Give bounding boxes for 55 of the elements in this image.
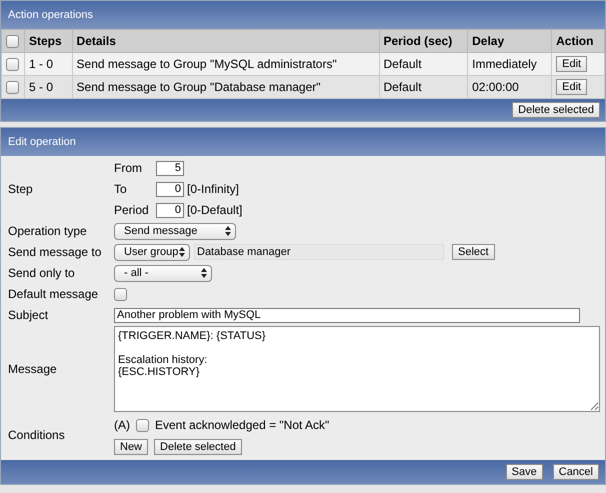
panel-title: Edit operation bbox=[8, 136, 76, 148]
table-cell: 5 - 0 bbox=[24, 76, 72, 98]
input-field[interactable]: Another problem with MySQL bbox=[114, 308, 580, 322]
input-field[interactable]: 5 bbox=[156, 160, 184, 176]
panel-title: Action operations bbox=[8, 9, 93, 21]
checkbox[interactable] bbox=[136, 418, 149, 432]
condition-tag: (A) bbox=[114, 418, 130, 432]
condition-button[interactable]: Delete selected bbox=[154, 439, 242, 455]
updown-arrow-icon bbox=[201, 268, 207, 278]
edit-button[interactable]: Edit bbox=[556, 56, 588, 72]
input-field[interactable]: Database manager bbox=[194, 244, 444, 260]
column-header: Period (sec) bbox=[379, 30, 468, 52]
column-header: Delay bbox=[468, 30, 552, 52]
dropdown[interactable]: Send message bbox=[114, 222, 236, 240]
checkbox[interactable] bbox=[6, 81, 19, 94]
dropdown[interactable]: - all - bbox=[114, 264, 212, 282]
field-label: Operation type bbox=[8, 224, 88, 238]
checkbox[interactable] bbox=[6, 58, 19, 72]
form-button[interactable]: Cancel bbox=[552, 464, 599, 480]
select-button[interactable]: Select bbox=[452, 244, 495, 260]
field-label: To bbox=[114, 182, 128, 196]
input-field[interactable]: 0 bbox=[156, 202, 184, 218]
table-cell: 1 - 0 bbox=[24, 52, 72, 76]
edit-button[interactable]: Edit bbox=[556, 79, 588, 95]
table-cell: Default bbox=[379, 52, 468, 76]
field-label: Subject bbox=[8, 308, 50, 322]
field-label: Conditions bbox=[8, 428, 66, 442]
table-cell: Immediately bbox=[468, 52, 552, 76]
table-cell: 02:00:00 bbox=[468, 76, 552, 98]
condition-button[interactable]: New bbox=[114, 439, 148, 455]
updown-arrow-icon bbox=[179, 247, 185, 257]
column-header: Steps bbox=[24, 30, 72, 52]
updown-arrow-icon bbox=[225, 226, 231, 236]
form-button[interactable]: Save bbox=[506, 464, 543, 480]
dropdown[interactable]: User group bbox=[114, 244, 190, 260]
field-label: Send message to bbox=[8, 245, 102, 259]
input-field[interactable]: 0 bbox=[156, 182, 184, 196]
field-label: Step bbox=[8, 182, 34, 196]
field-label: From bbox=[114, 161, 143, 175]
condition-text: Event acknowledged = "Not Ack" bbox=[155, 418, 330, 432]
hint-text: [0-Default] bbox=[187, 203, 242, 217]
hint-text: [0-Infinity] bbox=[187, 182, 240, 196]
checkbox[interactable] bbox=[114, 288, 127, 300]
column-header: Details bbox=[72, 30, 379, 52]
message-field[interactable]: {TRIGGER.NAME}: {STATUS} Escalation history: {ESC.HISTORY} bbox=[114, 326, 600, 412]
field-label: Period bbox=[114, 203, 150, 217]
delete-button[interactable]: Delete selected bbox=[512, 102, 600, 118]
table-cell: Send message to Group "Database manager" bbox=[72, 76, 379, 98]
table-cell: Send message to Group "MySQL administrators" bbox=[72, 52, 379, 76]
field-label: Send only to bbox=[8, 266, 76, 280]
checkbox[interactable] bbox=[6, 35, 19, 48]
column-header: Action bbox=[552, 30, 604, 52]
field-label: Message bbox=[8, 362, 58, 376]
field-label: Default message bbox=[8, 287, 100, 301]
table-cell: Default bbox=[379, 76, 468, 98]
